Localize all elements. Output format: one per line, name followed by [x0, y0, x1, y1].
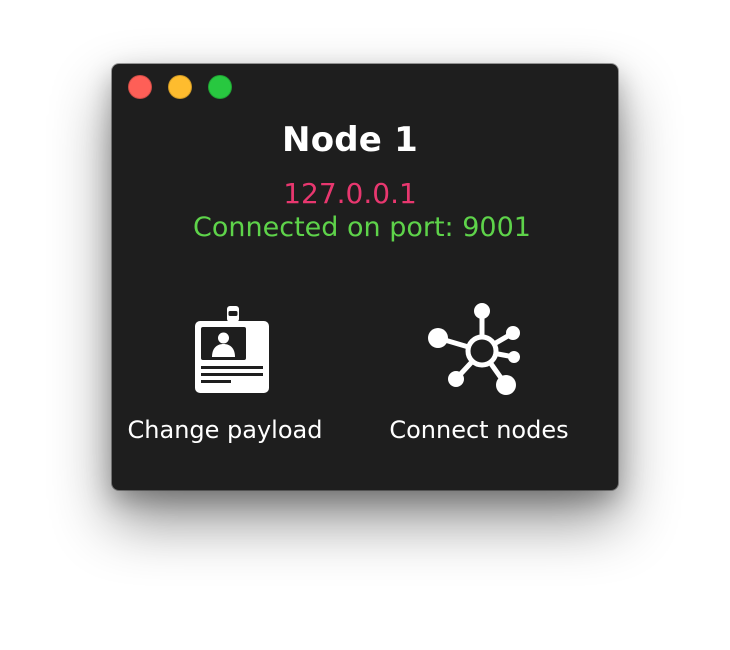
ip-address: 127.0.0.1 [283, 177, 417, 210]
minimize-button[interactable] [168, 75, 192, 99]
connection-status: Connected on port: 9001 [193, 212, 531, 243]
network-hub-icon [428, 303, 520, 395]
connect-nodes-button[interactable]: Connect nodes [374, 299, 584, 454]
node-title: Node 1 [282, 120, 418, 160]
desktop-background: Node 1 127.0.0.1 Connected on port: 9001 [0, 0, 730, 650]
node-window: Node 1 127.0.0.1 Connected on port: 9001 [112, 64, 618, 490]
id-badge-icon [195, 306, 269, 393]
change-payload-button[interactable]: Change payload [120, 299, 330, 454]
zoom-button[interactable] [208, 75, 232, 99]
close-button[interactable] [128, 75, 152, 99]
connect-nodes-label: Connect nodes [389, 416, 569, 444]
change-payload-label: Change payload [127, 416, 323, 444]
